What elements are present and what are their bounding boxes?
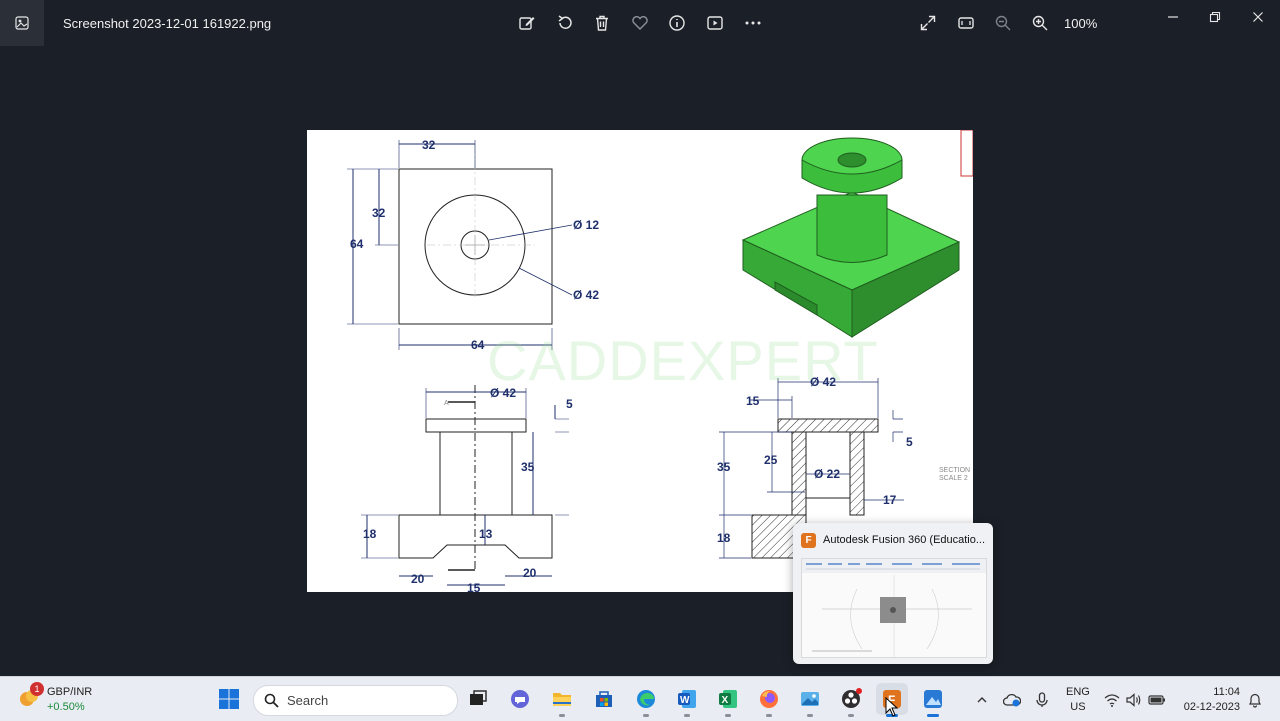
widget-badge: 1 bbox=[30, 682, 44, 696]
top-dim-64-bottom: 64 bbox=[471, 338, 485, 352]
zoom-in-icon[interactable] bbox=[1030, 13, 1050, 33]
front-dim-18: 18 bbox=[363, 527, 377, 541]
section-marker-a: A bbox=[444, 400, 449, 407]
system-clock[interactable]: 11:04 02-12-2023 bbox=[1178, 685, 1240, 715]
boss-dia-label: Ø 42 bbox=[573, 288, 599, 302]
slideshow-icon[interactable] bbox=[705, 13, 725, 33]
section-dia-22: Ø 22 bbox=[814, 467, 840, 481]
front-dim-13: 13 bbox=[479, 527, 493, 541]
edit-icon[interactable] bbox=[517, 13, 537, 33]
front-dim-20-left: 20 bbox=[411, 572, 425, 586]
start-icon[interactable] bbox=[213, 683, 245, 715]
onedrive-icon[interactable] bbox=[1002, 690, 1022, 710]
running-indicator bbox=[559, 714, 565, 717]
top-dim-32-left: 32 bbox=[372, 206, 386, 220]
microphone-icon[interactable] bbox=[1032, 690, 1052, 710]
keyboard-region: US bbox=[1070, 701, 1086, 713]
running-indicator bbox=[848, 714, 854, 717]
front-view bbox=[361, 385, 569, 586]
front-dim-15: 15 bbox=[467, 581, 481, 592]
section-dim-17: 17 bbox=[883, 493, 897, 507]
widget-currency-change: +0.50% bbox=[47, 701, 85, 713]
delete-icon[interactable] bbox=[592, 13, 612, 33]
edge-icon[interactable] bbox=[630, 683, 662, 717]
window-thumbnail[interactable] bbox=[801, 558, 987, 658]
restore-icon[interactable] bbox=[1205, 8, 1225, 26]
fit-window-icon[interactable] bbox=[956, 13, 976, 33]
popup-title: Autodesk Fusion 360 (Educatio... bbox=[823, 534, 986, 546]
fullscreen-icon[interactable] bbox=[918, 13, 938, 33]
running-indicator bbox=[725, 714, 731, 717]
search-placeholder: Search bbox=[287, 693, 329, 708]
section-dim-15: 15 bbox=[746, 394, 760, 408]
front-dim-20-right: 20 bbox=[523, 566, 537, 580]
section-dim-5: 5 bbox=[906, 435, 913, 449]
section-label-2: SCALE 2 bbox=[939, 475, 968, 482]
running-indicator bbox=[766, 714, 772, 717]
file-explorer-icon[interactable] bbox=[546, 683, 578, 717]
hole-dia-label: Ø 12 bbox=[573, 218, 599, 232]
active-indicator bbox=[927, 714, 939, 717]
model-3d bbox=[741, 137, 961, 338]
widget-currency-pair: GBP/INR bbox=[47, 686, 93, 698]
minimize-icon[interactable] bbox=[1163, 8, 1183, 26]
watermark: CADDEXPERT bbox=[487, 329, 879, 392]
section-dim-25: 25 bbox=[764, 453, 778, 467]
front-dim-35: 35 bbox=[521, 460, 535, 474]
running-indicator bbox=[643, 714, 649, 717]
info-icon[interactable] bbox=[667, 13, 687, 33]
teams-icon[interactable] bbox=[504, 683, 536, 715]
svg-text:X: X bbox=[722, 695, 729, 706]
clock-time: 11:04 bbox=[1213, 686, 1240, 698]
svg-text:W: W bbox=[680, 695, 690, 706]
favorite-icon[interactable] bbox=[630, 13, 650, 33]
obs-icon[interactable] bbox=[835, 683, 867, 717]
zoom-level[interactable]: 100% bbox=[1064, 16, 1097, 31]
notification-bell-icon[interactable] bbox=[1245, 690, 1265, 710]
close-icon[interactable] bbox=[1248, 8, 1268, 26]
top-dim-64-left: 64 bbox=[350, 237, 364, 251]
photos-icon[interactable] bbox=[794, 683, 826, 717]
wifi-icon[interactable] bbox=[1102, 690, 1122, 710]
chevron-up-icon[interactable] bbox=[972, 690, 992, 710]
more-icon[interactable] bbox=[743, 13, 763, 33]
mouse-cursor-icon bbox=[885, 697, 899, 717]
title-bar: Screenshot 2023-12-01 161922.png 100% bbox=[0, 0, 1280, 46]
window-title: Screenshot 2023-12-01 161922.png bbox=[63, 16, 272, 31]
running-indicator bbox=[807, 714, 813, 717]
section-dim-35: 35 bbox=[717, 460, 731, 474]
language-indicator[interactable]: ENG US bbox=[1066, 685, 1090, 715]
language-code: ENG bbox=[1066, 686, 1090, 698]
taskbar-preview-popup[interactable]: F Autodesk Fusion 360 (Educatio... bbox=[793, 523, 993, 664]
search-icon bbox=[264, 693, 279, 708]
top-dim-32: 32 bbox=[422, 138, 436, 152]
taskbar: 1 GBP/INR +0.50% Search W X F ENG US 11:… bbox=[0, 676, 1280, 721]
excel-icon[interactable]: X bbox=[712, 683, 744, 717]
photos-app-icon[interactable] bbox=[0, 0, 44, 46]
firefox-icon[interactable] bbox=[753, 683, 785, 717]
clock-date: 02-12-2023 bbox=[1183, 701, 1240, 713]
section-dim-18: 18 bbox=[717, 531, 731, 545]
top-view bbox=[347, 140, 573, 350]
front-dim-5: 5 bbox=[566, 397, 573, 411]
zoom-out-icon[interactable] bbox=[993, 13, 1013, 33]
word-icon[interactable]: W bbox=[671, 683, 703, 717]
store-icon[interactable] bbox=[588, 683, 620, 715]
section-label-1: SECTION bbox=[939, 467, 970, 474]
photos-viewer-icon[interactable] bbox=[917, 683, 949, 717]
fusion360-icon: F bbox=[801, 533, 816, 548]
running-indicator bbox=[684, 714, 690, 717]
volume-icon[interactable] bbox=[1124, 690, 1144, 710]
task-view-icon[interactable] bbox=[462, 683, 494, 715]
battery-icon[interactable] bbox=[1147, 690, 1167, 710]
rotate-icon[interactable] bbox=[555, 13, 575, 33]
search-input[interactable]: Search bbox=[253, 685, 458, 716]
